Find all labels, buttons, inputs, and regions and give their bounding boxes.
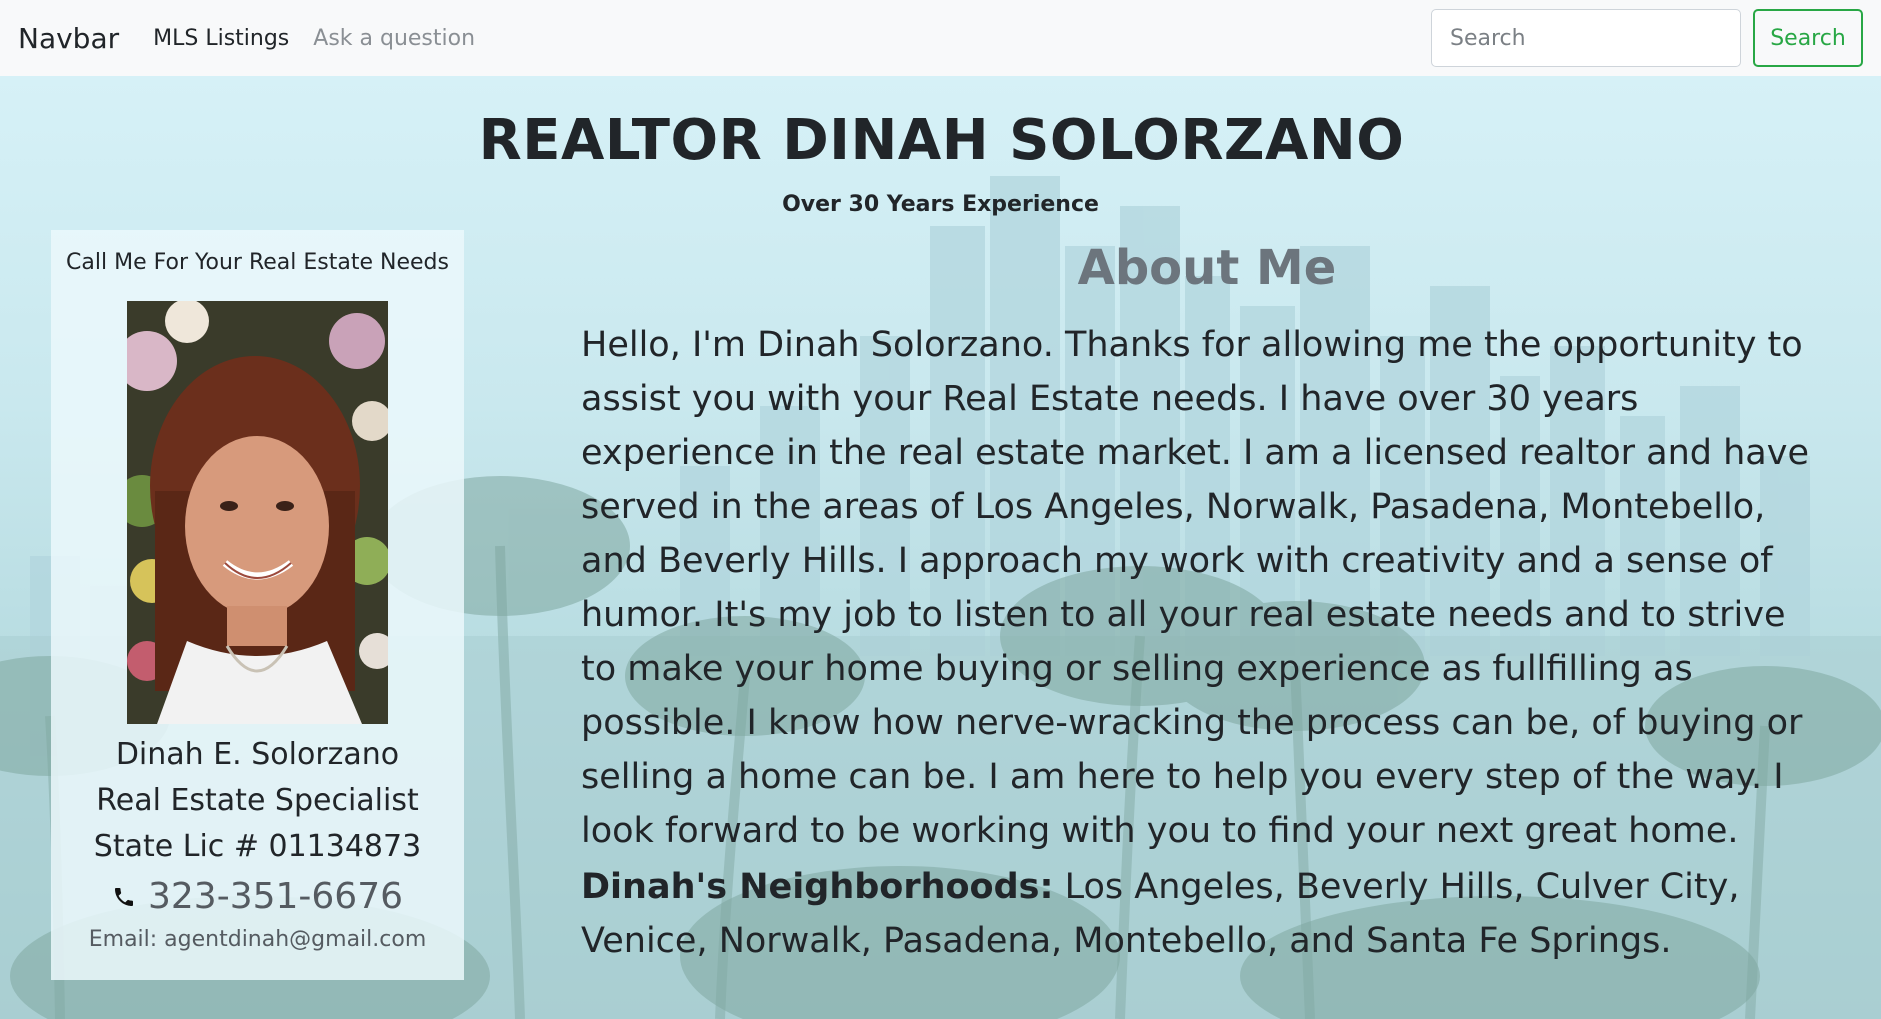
navbar-search-form: Search [1431,9,1863,67]
about-body: Hello, I'm Dinah Solorzano. Thanks for a… [581,325,1809,851]
agent-email[interactable]: Email: agentdinah@gmail.com [51,927,464,952]
agent-photo [127,301,388,724]
navbar-brand[interactable]: Navbar [18,22,119,55]
card-header: Call Me For Your Real Estate Needs [66,250,449,275]
page-title: REALTOR DINAH SOLORZANO [478,108,1405,173]
page-subtitle: Over 30 Years Experience [782,192,1099,217]
agent-role: Real Estate Specialist [96,783,419,818]
search-button[interactable]: Search [1753,9,1863,67]
agent-phone-number: 323-351-6676 [147,876,404,917]
nav-link-mls-listings[interactable]: MLS Listings [153,26,289,51]
nav-link-ask-question[interactable]: Ask a question [313,26,475,51]
agent-name: Dinah E. Solorzano [115,737,400,772]
search-input[interactable] [1431,9,1741,67]
agent-license: State Lic # 01134873 [93,829,422,864]
contact-card: Call Me For Your Real Estate Needs Dinah… [51,230,464,980]
about-title: About Me [1077,240,1337,296]
agent-portrait-illustration [127,301,388,724]
neighborhoods: Dinah's Neighborhoods: Los Angeles, Beve… [581,860,1831,968]
navbar: Navbar MLS Listings Ask a question Searc… [0,0,1881,76]
neighborhoods-label: Dinah's Neighborhoods: [581,867,1054,907]
agent-phone[interactable]: 323-351-6676 [51,872,464,923]
phone-icon [112,873,136,923]
